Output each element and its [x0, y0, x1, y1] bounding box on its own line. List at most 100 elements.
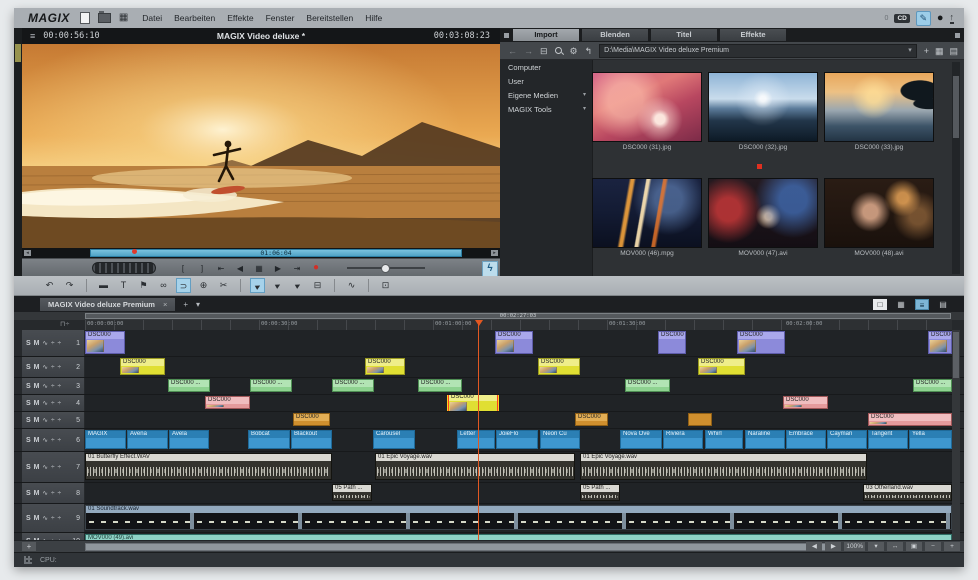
timeline-clip[interactable]: MAGIX	[85, 430, 126, 449]
fit-width-button[interactable]: ↔	[887, 542, 903, 551]
dock-handle[interactable]	[15, 44, 21, 62]
track-header-2[interactable]: SM∿÷÷2	[22, 357, 85, 377]
marker-icon[interactable]: ⚑	[136, 278, 151, 293]
timeline-clip[interactable]: Avena	[127, 430, 168, 449]
track-shrink-icon[interactable]: ÷	[51, 400, 55, 407]
track-lane-5[interactable]: DSC000DSC000DSC000	[85, 412, 952, 428]
timeline-clip[interactable]: DSC000 ...	[625, 379, 670, 392]
timeline-clip[interactable]: Blackout	[291, 430, 332, 449]
menu-item-fenster[interactable]: Fenster	[266, 13, 295, 23]
pool-scrollbar-thumb[interactable]	[953, 76, 959, 138]
solo-button[interactable]: S	[26, 383, 31, 390]
scrub-left-handle[interactable]: ◂	[24, 250, 31, 256]
timeline-clip[interactable]: 05 Path ...	[580, 484, 620, 501]
solo-button[interactable]: S	[26, 417, 31, 424]
record-mode-button[interactable]: ●	[937, 12, 944, 24]
timeline-clip[interactable]: 01 Soundtrack.wav	[85, 505, 952, 530]
fit-screen-button[interactable]: ▣	[906, 542, 922, 551]
timeline-clip[interactable]: 05 Path ...	[332, 484, 372, 501]
timeline-clip[interactable]: DSC000 ...	[418, 379, 462, 392]
track-shrink-icon[interactable]: ÷	[51, 515, 55, 522]
timeline-vscrollbar[interactable]	[952, 330, 960, 540]
mouse-mode-curve-icon[interactable]: ►	[290, 278, 305, 293]
preview-scrub-bar[interactable]: ◂ 01:06:04 ▸	[22, 248, 500, 258]
timeline-clip[interactable]: DSC000 ...	[913, 379, 952, 392]
timeline-clip[interactable]: DSC000	[448, 395, 498, 411]
stop-button[interactable]: ▦	[254, 264, 264, 273]
track-grow-icon[interactable]: ÷	[58, 437, 62, 444]
menu-item-effekte[interactable]: Effekte	[227, 13, 253, 23]
timeline-clip[interactable]: Cayman	[827, 430, 867, 449]
tab-titel[interactable]: Titel	[651, 29, 717, 41]
tab-import[interactable]: Import	[513, 29, 579, 41]
mouse-mode-all-tracks-icon[interactable]: ►	[270, 278, 285, 293]
jump-end-button[interactable]: ⇥	[292, 264, 302, 273]
track-grow-icon[interactable]: ÷	[58, 515, 62, 522]
menu-item-hilfe[interactable]: Hilfe	[365, 13, 382, 23]
track-shrink-icon[interactable]: ÷	[51, 437, 55, 444]
tree-item-eigene-medien[interactable]: Eigene Medien▾	[500, 88, 592, 102]
timeline-clip[interactable]: DSC000	[495, 331, 533, 354]
list-view-icon[interactable]: ▤	[949, 46, 958, 56]
zoom-in-button[interactable]: +	[944, 542, 960, 551]
track-grow-icon[interactable]: ÷	[58, 364, 62, 371]
timeline-clip[interactable]: DSC000 ...	[332, 379, 374, 392]
media-thumbnail[interactable]	[592, 178, 702, 248]
tree-view-icon[interactable]: ⊟	[540, 46, 548, 56]
media-thumbnail[interactable]	[824, 178, 934, 248]
timeline-clip[interactable]: Yella	[909, 430, 952, 449]
timeline-project-tab[interactable]: MAGIX Video deluxe Premium ×	[40, 298, 175, 311]
burn-cd-button[interactable]: CD	[894, 14, 909, 23]
track-header-5[interactable]: SM∿÷÷5	[22, 412, 85, 428]
solo-button[interactable]: S	[26, 364, 31, 371]
range-start-button[interactable]: [	[178, 264, 188, 273]
chevron-down-icon[interactable]: ▾	[583, 105, 586, 114]
automation-curve-icon[interactable]: ∿	[43, 416, 48, 424]
track-header-8[interactable]: SM∿÷÷8	[22, 483, 85, 503]
track-lane-1[interactable]: DSC000DSC000DSC000DSC000DSC000	[85, 330, 952, 356]
mute-button[interactable]: M	[34, 400, 40, 407]
pin-icon[interactable]	[504, 33, 509, 38]
timeline-clip[interactable]: JoieFlo	[496, 430, 538, 449]
track-header-9[interactable]: SM∿÷÷9	[22, 504, 85, 532]
edit-mode-brush-button[interactable]: ✎	[916, 11, 931, 26]
solo-button[interactable]: S	[26, 340, 31, 347]
mute-button[interactable]: M	[34, 340, 40, 347]
tree-item-user[interactable]: User	[500, 74, 592, 88]
track-shrink-icon[interactable]: ÷	[51, 464, 55, 471]
zoom-out-button[interactable]: −	[925, 542, 941, 551]
menu-item-datei[interactable]: Datei	[142, 13, 162, 23]
export-button[interactable]: ↑	[950, 13, 955, 24]
volume-slider[interactable]	[347, 267, 425, 269]
monitor-view-icon[interactable]: □	[873, 299, 887, 310]
solo-button[interactable]: S	[26, 437, 31, 444]
razor-icon[interactable]: ▬	[96, 278, 111, 293]
mute-button[interactable]: M	[34, 417, 40, 424]
storyboard-view-icon[interactable]: ▦	[894, 299, 908, 310]
timeline-view-icon[interactable]: ≡	[915, 299, 929, 310]
timeline-clip[interactable]: 03 Otherland.wav	[863, 484, 952, 501]
back-icon[interactable]: ←	[508, 46, 517, 56]
add-media-icon[interactable]: +	[924, 46, 929, 56]
add-track-button[interactable]: +	[22, 542, 36, 551]
folder-up-icon[interactable]: ↰	[585, 46, 593, 56]
track-shrink-icon[interactable]: ÷	[51, 417, 55, 424]
track-shrink-icon[interactable]: ÷	[51, 340, 55, 347]
playhead[interactable]	[478, 320, 479, 540]
timeline-clip[interactable]: DSC000	[293, 413, 330, 426]
tree-item-magix-tools[interactable]: MAGIX Tools▾	[500, 102, 592, 116]
flash-preview-icon[interactable]: ϟ	[482, 261, 498, 277]
mute-button[interactable]: M	[34, 364, 40, 371]
split-scissors-icon[interactable]: ✂	[216, 278, 231, 293]
scrub-range[interactable]: 01:06:04	[90, 249, 462, 257]
track-header-6[interactable]: SM∿÷÷6	[22, 429, 85, 451]
new-project-icon[interactable]	[80, 12, 90, 24]
timeline-clip[interactable]: Neon Cu	[540, 430, 580, 449]
media-thumbnail[interactable]	[708, 72, 818, 142]
mute-button[interactable]: M	[34, 464, 40, 471]
track-lane-8[interactable]: 05 Path ... 05 Path ... 03 Otherland.wav	[85, 483, 952, 503]
track-shrink-icon[interactable]: ÷	[51, 364, 55, 371]
track-shrink-icon[interactable]: ÷	[51, 383, 55, 390]
pin-icon[interactable]	[955, 33, 960, 38]
timeline-clip[interactable]: Naraline	[745, 430, 785, 449]
